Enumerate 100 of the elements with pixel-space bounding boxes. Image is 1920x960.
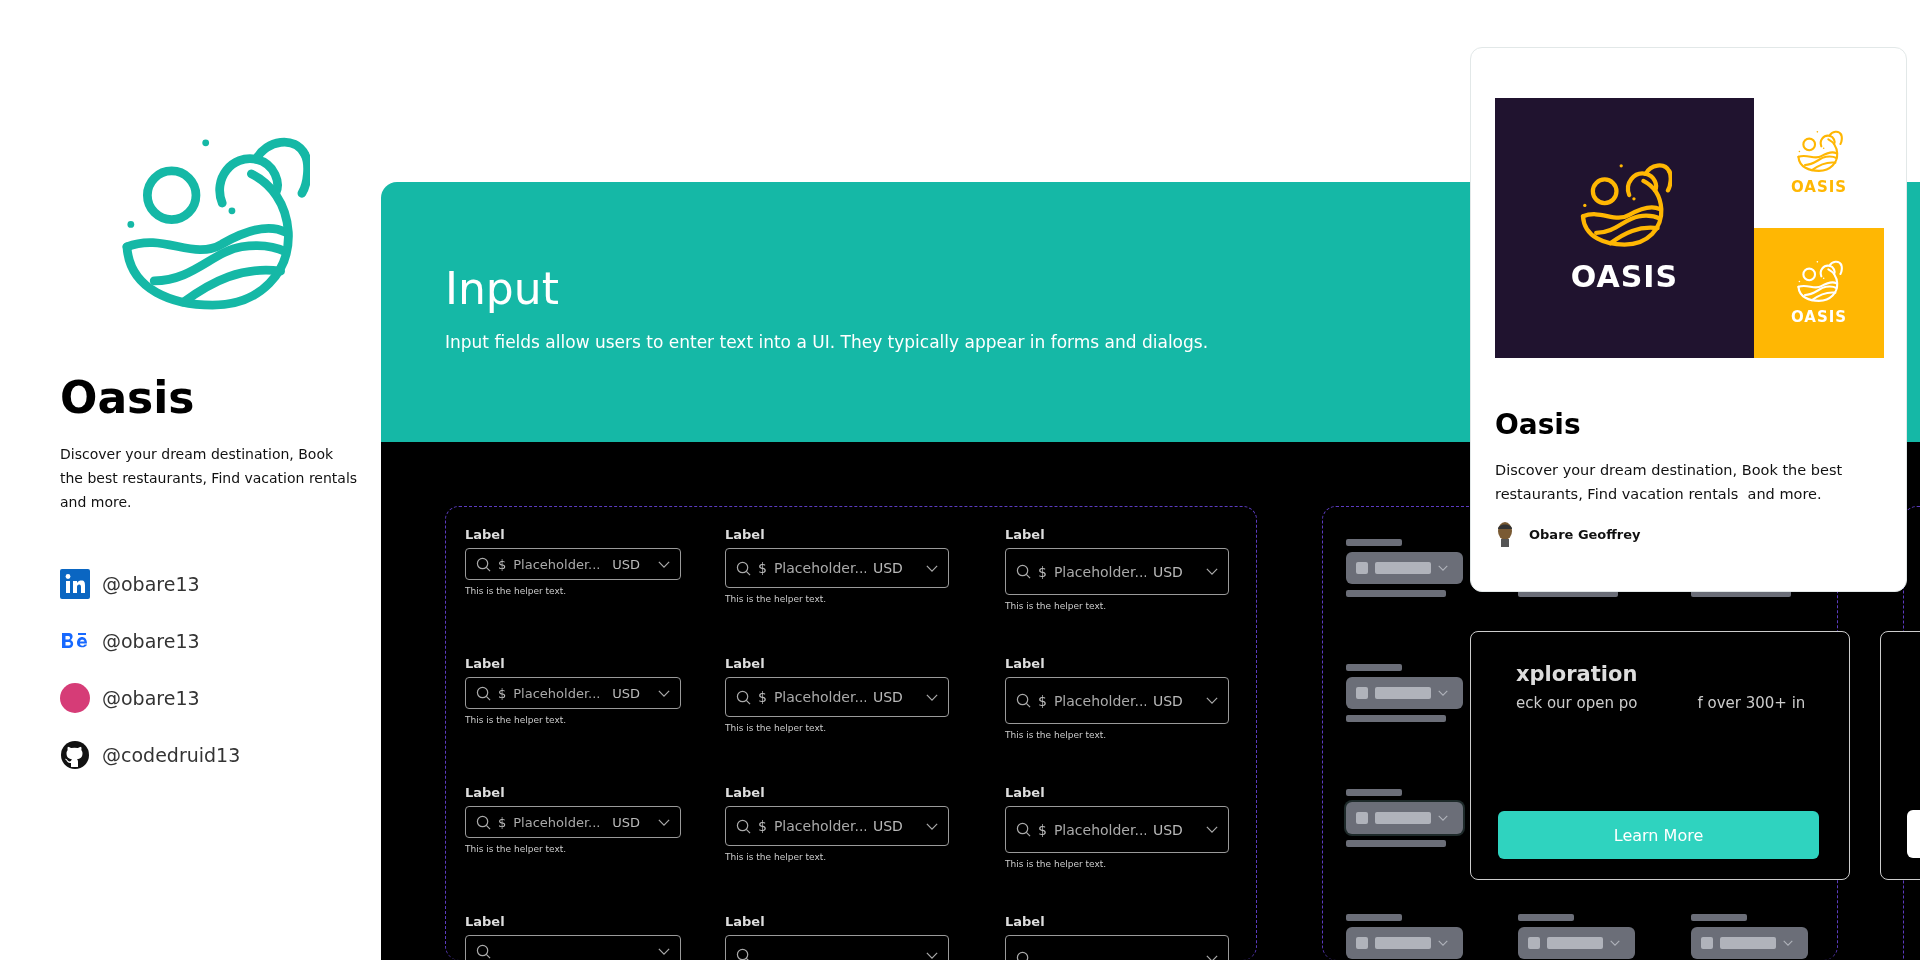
currency-prefix: $	[1038, 821, 1047, 838]
chevron-down-icon[interactable]	[1206, 697, 1218, 704]
skeleton-icon	[1701, 937, 1713, 949]
input-field[interactable]: $ Placeholder... USD	[725, 806, 949, 846]
text-input[interactable]: Placeholder...	[1053, 692, 1146, 709]
social-handle-link[interactable]: @obare13	[102, 573, 200, 596]
chevron-down-icon	[1438, 815, 1448, 821]
text-input[interactable]: Placeholder...	[1053, 563, 1146, 580]
section-description: Input fields allow users to enter text into a UI. They typically appear in forms and dialogs.	[445, 332, 1210, 352]
helper-text: This is the helper text.	[725, 594, 827, 604]
skeleton-icon	[1356, 812, 1368, 824]
dribbble-icon[interactable]	[60, 683, 90, 714]
currency-prefix: $	[758, 818, 767, 834]
chevron-down-icon	[1783, 940, 1793, 946]
skeleton-icon	[1356, 687, 1368, 699]
field-label: Label	[465, 914, 505, 929]
skeleton-bar	[1346, 789, 1402, 796]
brand-description: Discover your dream destination, Book the best restaurants, Find vacation rentals and more.	[60, 445, 359, 513]
chevron-down-icon[interactable]	[658, 818, 670, 826]
currency-suffix: USD	[872, 689, 903, 705]
promo-text: eck our open po	[1516, 694, 1638, 712]
helper-text: This is the helper text.	[725, 852, 827, 862]
field-label: Label	[1005, 527, 1045, 542]
input-field[interactable]: $ Placeholder... USD	[725, 548, 949, 588]
chevron-down-icon[interactable]	[1206, 826, 1218, 833]
social-handle-link[interactable]: @obare13	[102, 630, 200, 653]
currency-prefix: $	[1038, 563, 1047, 580]
currency-prefix: $	[498, 814, 507, 830]
field-label: Label	[1005, 656, 1045, 671]
currency-suffix: USD	[1152, 821, 1183, 838]
field-label: Label	[725, 527, 765, 542]
card-description: Discover your dream destination, Book the best restaurants, Find vacation rentals and more.	[1495, 461, 1844, 504]
logo-icon	[1795, 260, 1843, 302]
input-field[interactable]: $ Placeholder... USD	[1005, 677, 1229, 724]
skeleton-bar	[1518, 914, 1574, 921]
chevron-down-icon[interactable]	[926, 822, 938, 830]
chevron-down-icon[interactable]	[658, 689, 670, 697]
skeleton-icon	[1356, 937, 1368, 949]
text-input[interactable]: Placeholder...	[773, 818, 866, 834]
field-label: Label	[725, 656, 765, 671]
avatar	[1495, 520, 1515, 548]
search-icon	[736, 560, 751, 576]
wordmark: OASIS	[1570, 259, 1679, 294]
helper-text: This is the helper text.	[465, 715, 567, 725]
search-icon	[476, 814, 491, 830]
field-label: Label	[465, 785, 505, 800]
social-handle-link[interactable]: @obare13	[102, 687, 200, 710]
chevron-down-icon[interactable]	[926, 951, 938, 959]
text-input[interactable]: Placeholder...	[773, 560, 866, 576]
chevron-down-icon	[1610, 940, 1620, 946]
skeleton-text	[1720, 937, 1776, 949]
currency-suffix: USD	[612, 556, 641, 572]
search-icon	[1016, 564, 1031, 579]
input-field[interactable]: $ Placeholder... USD	[465, 806, 681, 838]
text-input[interactable]: Placeholder...	[513, 814, 606, 830]
chevron-down-icon[interactable]	[658, 560, 670, 568]
skeleton-bar	[1691, 914, 1747, 921]
currency-prefix: $	[498, 556, 507, 572]
helper-text: This is the helper text.	[1005, 859, 1107, 869]
brand-title: Oasis	[60, 374, 196, 423]
skeleton-bar	[1346, 664, 1402, 671]
currency-prefix: $	[758, 689, 767, 705]
chevron-down-icon[interactable]	[926, 564, 938, 572]
promo-heading: xploration	[1516, 662, 1639, 686]
skeleton-text	[1547, 937, 1603, 949]
search-icon	[476, 556, 491, 572]
text-input[interactable]: Placeholder...	[513, 685, 606, 701]
wordmark: OASIS	[1790, 308, 1848, 326]
input-field[interactable]	[465, 935, 681, 960]
github-icon[interactable]	[60, 740, 90, 771]
field-label: Label	[725, 785, 765, 800]
chevron-down-icon[interactable]	[1206, 568, 1218, 575]
skeleton-bar	[1346, 914, 1402, 921]
input-field[interactable]: $ Placeholder... USD	[1005, 806, 1229, 853]
currency-suffix: USD	[1152, 563, 1183, 580]
text-input[interactable]: Placeholder...	[513, 556, 606, 572]
wordmark: OASIS	[1790, 178, 1848, 196]
chevron-down-icon[interactable]	[1206, 955, 1218, 960]
helper-text: This is the helper text.	[1005, 730, 1107, 740]
skeleton-bar	[1346, 539, 1402, 546]
input-field[interactable]: $ Placeholder... USD	[465, 548, 681, 580]
search-icon	[476, 685, 491, 701]
chevron-down-icon[interactable]	[926, 693, 938, 701]
input-field[interactable]: $ Placeholder... USD	[465, 677, 681, 709]
skeleton-icon	[1528, 937, 1540, 949]
currency-prefix: $	[498, 685, 507, 701]
social-handle-link[interactable]: @codedruid13	[102, 744, 241, 767]
chevron-down-icon[interactable]	[658, 947, 670, 955]
helper-text: This is the helper text.	[1005, 601, 1107, 611]
input-field[interactable]: $ Placeholder... USD	[1005, 548, 1229, 595]
field-label: Label	[465, 656, 505, 671]
search-icon	[476, 943, 491, 959]
skeleton-text	[1375, 687, 1431, 699]
search-icon	[1016, 693, 1031, 708]
text-input[interactable]: Placeholder...	[773, 689, 866, 705]
linkedin-icon[interactable]	[60, 569, 90, 600]
helper-text: This is the helper text.	[725, 723, 827, 733]
input-field[interactable]: $ Placeholder... USD	[725, 677, 949, 717]
text-input[interactable]: Placeholder...	[1053, 821, 1146, 838]
currency-prefix: $	[1038, 692, 1047, 709]
